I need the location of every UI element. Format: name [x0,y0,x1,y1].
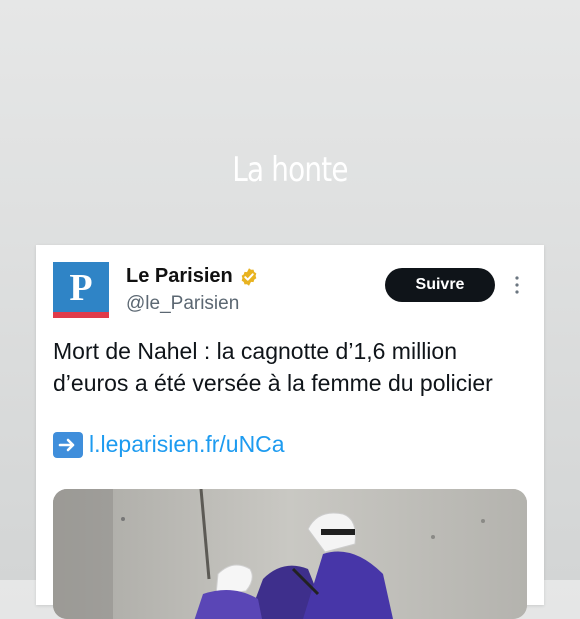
tweet-card[interactable]: P Le Parisien @le_Parisien Suivre Mort d… [36,245,544,619]
media-photo [53,489,527,619]
follow-button[interactable]: Suivre [385,268,495,302]
verified-badge-icon [241,267,257,286]
account-avatar-logo[interactable]: P [53,262,109,318]
tweet-text: Mort de Nahel : la cagnotte d’1,6 millio… [53,338,493,396]
tweet-link-row[interactable]: l.leparisien.fr/uNCa [53,431,285,458]
account-handle[interactable]: @le_Parisien [126,293,239,315]
more-vertical-icon[interactable] [510,275,524,295]
logo-stripe [53,312,109,318]
tweet-link[interactable]: l.leparisien.fr/uNCa [89,431,285,458]
account-name-row: Le Parisien [126,265,259,288]
story-caption: La honte [232,150,348,190]
logo-letter: P [69,267,93,309]
tweet-media-image[interactable] [53,489,527,619]
right-arrow-emoji-icon [53,431,83,458]
account-name[interactable]: Le Parisien [126,265,233,288]
